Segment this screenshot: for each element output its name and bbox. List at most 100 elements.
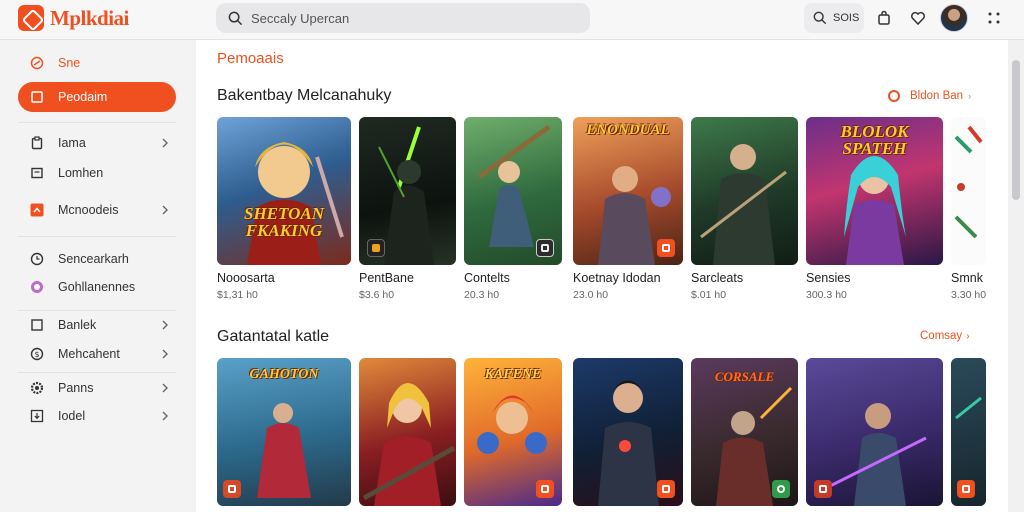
sidebar-item-label: Mehcahent <box>58 347 120 361</box>
game-card[interactable] <box>951 358 986 506</box>
game-price: 20.3 h0 <box>464 289 500 301</box>
game-cover: GAHOTON <box>217 358 351 506</box>
more-button[interactable] <box>980 4 1008 32</box>
sidebar-divider <box>18 122 176 123</box>
section-link-label: Comsay <box>920 330 963 342</box>
cover-title: KAFENE <box>484 367 542 382</box>
app-name: Mplkdiai <box>50 5 129 30</box>
game-cover: SHETOAN FKAKING <box>217 117 351 265</box>
account-search-button[interactable]: SOIS <box>804 3 864 33</box>
sidebar-item-9[interactable]: $ Mehcahent <box>18 339 176 369</box>
bag-icon <box>878 10 890 25</box>
cover-title: BLOLOK SPATEH <box>840 122 909 158</box>
cover-title: CORSALE <box>714 369 775 384</box>
game-card[interactable]: GAHOTON <box>217 358 351 506</box>
square-icon <box>30 90 44 104</box>
game-cover <box>806 358 943 506</box>
avatar[interactable] <box>940 4 968 32</box>
cover-title: GAHOTON <box>249 367 319 382</box>
app-badge-icon <box>657 480 675 498</box>
sidebar-item-label: Sencearkarh <box>58 252 129 266</box>
chevron-right-icon <box>162 138 168 148</box>
more-dots-icon <box>988 12 1000 24</box>
cover-title: ENONDUAL <box>586 122 670 138</box>
game-card[interactable] <box>573 358 683 506</box>
chevron-right-icon <box>162 205 168 215</box>
section-link-label: Bldon Ban <box>910 90 964 102</box>
app-badge-icon <box>536 480 554 498</box>
account-label: SOIS <box>833 12 860 24</box>
sidebar-item-11[interactable]: Iodel <box>18 401 176 431</box>
sidebar-item-label: Gohllanennes <box>58 280 136 294</box>
app-logo[interactable]: Mplkdiai <box>18 4 129 32</box>
chevron-right-icon: › <box>968 91 972 101</box>
wishlist-button[interactable] <box>904 4 932 32</box>
game-price: $1,31 h0 <box>217 289 258 301</box>
square-icon <box>30 318 44 332</box>
section-see-all-link[interactable]: Bldon Ban › <box>888 90 971 102</box>
sidebar-item-6[interactable]: Sencearkarh <box>18 244 176 274</box>
game-cover <box>951 358 986 506</box>
game-card[interactable]: BLOLOK SPATEH Sensies 300.3 h0 <box>806 117 943 301</box>
search-bar[interactable] <box>216 3 590 33</box>
section-see-all-link[interactable]: Comsay › <box>920 330 970 342</box>
app-badge-icon <box>223 480 241 498</box>
game-cover <box>359 358 456 506</box>
game-card[interactable]: KAFENE <box>464 358 562 506</box>
sidebar-item-active[interactable]: Peodaim <box>18 82 176 112</box>
search-input[interactable] <box>251 10 551 26</box>
sidebar-item-3[interactable]: Iama <box>18 128 176 158</box>
scrollbar-thumb[interactable] <box>1012 60 1020 200</box>
game-title: Koetnay Idodan <box>573 271 661 285</box>
game-card[interactable]: Contelts 20.3 h0 <box>464 117 562 301</box>
game-card[interactable]: PentBane $3.6 h0 <box>359 117 456 301</box>
app-badge-icon <box>957 480 975 498</box>
app-badge-icon <box>536 239 554 257</box>
gear-icon <box>30 381 44 395</box>
section-title: Gatantatal katle <box>217 328 330 345</box>
sidebar-item-label: Sne <box>58 56 81 70</box>
main-content: Pemoaais Bakentbay Melcanahuky Bldon Ban… <box>196 40 1008 512</box>
scrollbar[interactable] <box>1008 40 1024 512</box>
sidebar-item-7[interactable]: Gohllanennes <box>18 272 176 302</box>
sidebar-item-5[interactable]: Mcnoodeis <box>18 195 176 225</box>
game-card[interactable]: Sarcleats $.01 h0 <box>691 117 798 301</box>
game-cover: ENONDUAL <box>573 117 683 265</box>
sidebar-item-label: Mcnoodeis <box>58 203 119 217</box>
sidebar-item-home[interactable]: Sne <box>18 48 176 78</box>
sidebar-item-label: Banlek <box>58 318 97 332</box>
page-title: Pemoaais <box>217 50 284 67</box>
bag-button[interactable] <box>870 4 898 32</box>
game-price: $3.6 h0 <box>359 289 395 301</box>
game-cover <box>464 117 562 265</box>
sidebar-item-10[interactable]: Panns <box>18 373 176 403</box>
game-cover: CORSALE <box>691 358 798 506</box>
app-badge-icon <box>657 239 675 257</box>
svg-text:$: $ <box>34 350 39 359</box>
game-card[interactable]: SHETOAN FKAKING Nooosarta $1,31 h0 <box>217 117 351 301</box>
search-icon <box>228 11 243 25</box>
game-title: PentBane <box>359 271 414 285</box>
chevron-right-icon: › <box>966 330 970 342</box>
top-bar: Mplkdiai SOIS <box>0 0 1024 40</box>
game-price: $.01 h0 <box>691 289 727 301</box>
sidebar-item-label: Iama <box>58 136 86 150</box>
game-card[interactable] <box>359 358 456 506</box>
heart-icon <box>911 11 925 26</box>
sidebar-item-4[interactable]: Lomhen <box>18 158 176 188</box>
sidebar-item-8[interactable]: Banlek <box>18 310 176 340</box>
game-cover: BLOLOK SPATEH <box>806 117 943 265</box>
search-icon <box>813 11 827 25</box>
sidebar-item-label: Panns <box>58 381 94 395</box>
game-cover <box>359 117 456 265</box>
chevron-right-icon <box>162 320 168 330</box>
game-card[interactable] <box>806 358 943 506</box>
game-card[interactable]: Smnk 3.30 h0 <box>951 117 986 301</box>
chevron-right-icon <box>162 383 168 393</box>
game-card[interactable]: ENONDUAL Koetnay Idodan 23.0 h0 <box>573 117 683 301</box>
game-card[interactable]: CORSALE <box>691 358 798 506</box>
chevron-right-icon <box>162 349 168 359</box>
app-badge-icon <box>814 480 832 498</box>
game-cover <box>951 117 986 265</box>
game-title: Smnk <box>951 271 983 285</box>
